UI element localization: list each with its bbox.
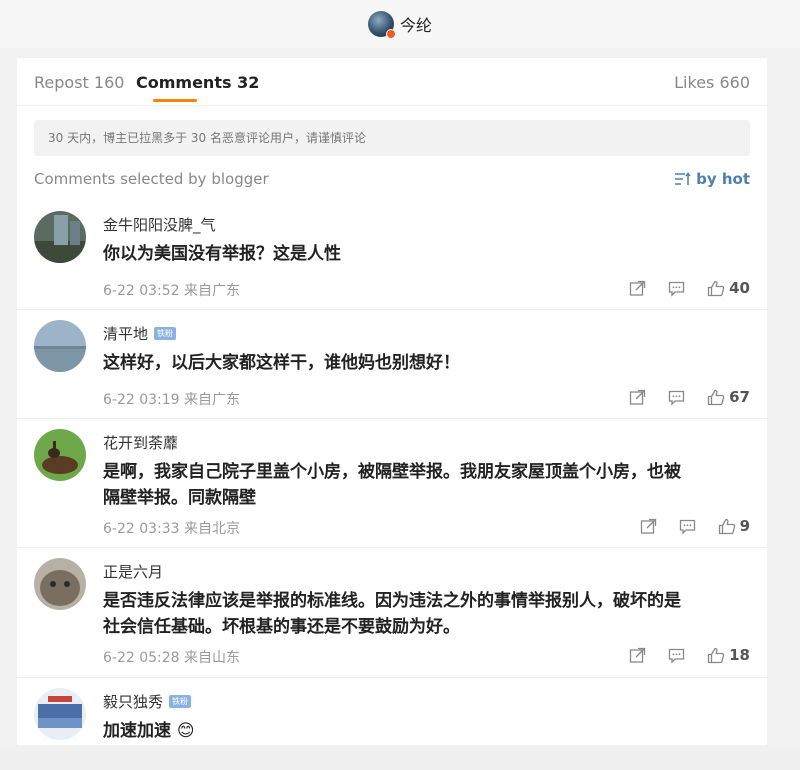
share-icon[interactable] <box>629 389 646 406</box>
thumbs-up-icon <box>707 389 725 405</box>
comment-item: 清平地 铁粉 这样好，以后大家都这样干，谁他妈也别想好！ 6-22 03:19 … <box>17 310 767 419</box>
comment-actions: 40 <box>607 279 750 297</box>
comment-item: 金牛阳阳没脾_气 你以为美国没有举报？这是人性 6-22 03:52 来自广东 … <box>17 201 767 310</box>
active-tab-indicator <box>153 99 197 102</box>
comment-meta: 6-22 05:28 来自山东 <box>103 650 241 666</box>
comment-text-content: 加速加速 <box>103 721 171 741</box>
smile-emoji-icon: 😊 <box>176 721 195 741</box>
comment-actions: 18 <box>607 646 750 664</box>
sort-icon <box>675 171 691 185</box>
share-icon[interactable] <box>629 647 646 664</box>
comment-username[interactable]: 花开到荼蘼 <box>103 432 178 453</box>
thumbs-up-icon <box>707 647 725 663</box>
like-count: 9 <box>739 517 750 535</box>
comment-meta: 6-22 03:33 来自北京 <box>103 521 241 537</box>
reply-icon[interactable] <box>668 280 685 297</box>
comment-text: 加速加速 😊 <box>103 718 753 744</box>
like-button[interactable]: 18 <box>707 646 750 664</box>
thumbs-up-icon <box>707 280 725 296</box>
avatar[interactable] <box>34 558 86 610</box>
bottom-bar <box>0 745 800 770</box>
comments-card: Repost 160 Comments 32 Likes 660 30 天内，博… <box>17 58 767 758</box>
like-count: 18 <box>729 646 750 664</box>
comment-notice: 30 天内，博主已拉黑多于 30 名恶意评论用户，请谨慎评论 <box>34 120 750 156</box>
avatar[interactable] <box>34 429 86 481</box>
author-name[interactable]: 今纶 <box>400 12 432 36</box>
comment-username-text: 清平地 <box>103 325 149 343</box>
tab-bar: Repost 160 Comments 32 Likes 660 <box>17 58 767 106</box>
section-title: Comments selected by blogger <box>34 170 269 188</box>
comment-text-line: 是啊，我家自己院子里盖个小房，被隔壁举报。我朋友家屋顶盖个小房，也被 <box>103 462 681 482</box>
comment-actions: 9 <box>618 517 750 535</box>
comment-text-line: 是否违反法律应该是举报的标准线。因为违法之外的事情举报别人，破坏的是 <box>103 591 681 611</box>
verified-badge-icon <box>385 29 396 39</box>
reply-icon[interactable] <box>668 389 685 406</box>
avatar[interactable] <box>34 211 86 263</box>
share-icon[interactable] <box>640 518 657 535</box>
comment-username[interactable]: 正是六月 <box>103 561 163 582</box>
comment-text-line: 隔壁举报。同款隔壁 <box>103 488 256 508</box>
comment-text: 是否违反法律应该是举报的标准线。因为违法之外的事情举报别人，破坏的是 社会信任基… <box>103 588 753 640</box>
comment-username[interactable]: 毅只独秀 铁粉 <box>103 691 192 712</box>
fan-badge: 铁粉 <box>169 695 192 708</box>
reply-icon[interactable] <box>668 647 685 664</box>
comment-item: 花开到荼蘼 是啊，我家自己院子里盖个小房，被隔壁举报。我朋友家屋顶盖个小房，也被… <box>17 419 767 548</box>
comment-username[interactable]: 清平地 铁粉 <box>103 323 177 344</box>
avatar[interactable] <box>34 688 86 740</box>
comment-text-line: 社会信任基础。坏根基的事还是不要鼓励为好。 <box>103 617 460 637</box>
share-icon[interactable] <box>629 280 646 297</box>
thumbs-up-icon <box>718 518 735 534</box>
tab-likes[interactable]: Likes 660 <box>674 73 750 92</box>
comment-meta: 6-22 03:19 来自广东 <box>103 392 241 408</box>
tab-repost[interactable]: Repost 160 <box>34 73 124 92</box>
reply-icon[interactable] <box>679 518 696 535</box>
sort-by-hot-button[interactable]: by hot <box>674 170 750 188</box>
like-button[interactable]: 9 <box>718 517 750 535</box>
top-bar: 今纶 <box>0 0 800 48</box>
like-count: 67 <box>729 388 750 406</box>
tab-comments[interactable]: Comments 32 <box>136 73 259 92</box>
comment-item: 正是六月 是否违反法律应该是举报的标准线。因为违法之外的事情举报别人，破坏的是 … <box>17 548 767 678</box>
fan-badge: 铁粉 <box>154 327 177 340</box>
like-count: 40 <box>729 279 750 297</box>
comment-text: 这样好，以后大家都这样干，谁他妈也别想好！ <box>103 353 460 373</box>
like-button[interactable]: 67 <box>707 388 750 406</box>
comment-username[interactable]: 金牛阳阳没脾_气 <box>103 214 216 235</box>
comment-username-text: 毅只独秀 <box>103 693 164 711</box>
comment-text: 你以为美国没有举报？这是人性 <box>103 244 341 264</box>
like-button[interactable]: 40 <box>707 279 750 297</box>
author-avatar[interactable] <box>367 11 396 39</box>
comment-actions: 67 <box>607 388 750 406</box>
comment-meta: 6-22 03:52 来自广东 <box>103 283 241 299</box>
avatar[interactable] <box>34 320 86 372</box>
sort-label: by hot <box>696 170 750 188</box>
comment-text: 是啊，我家自己院子里盖个小房，被隔壁举报。我朋友家屋顶盖个小房，也被 隔壁举报。… <box>103 459 753 511</box>
